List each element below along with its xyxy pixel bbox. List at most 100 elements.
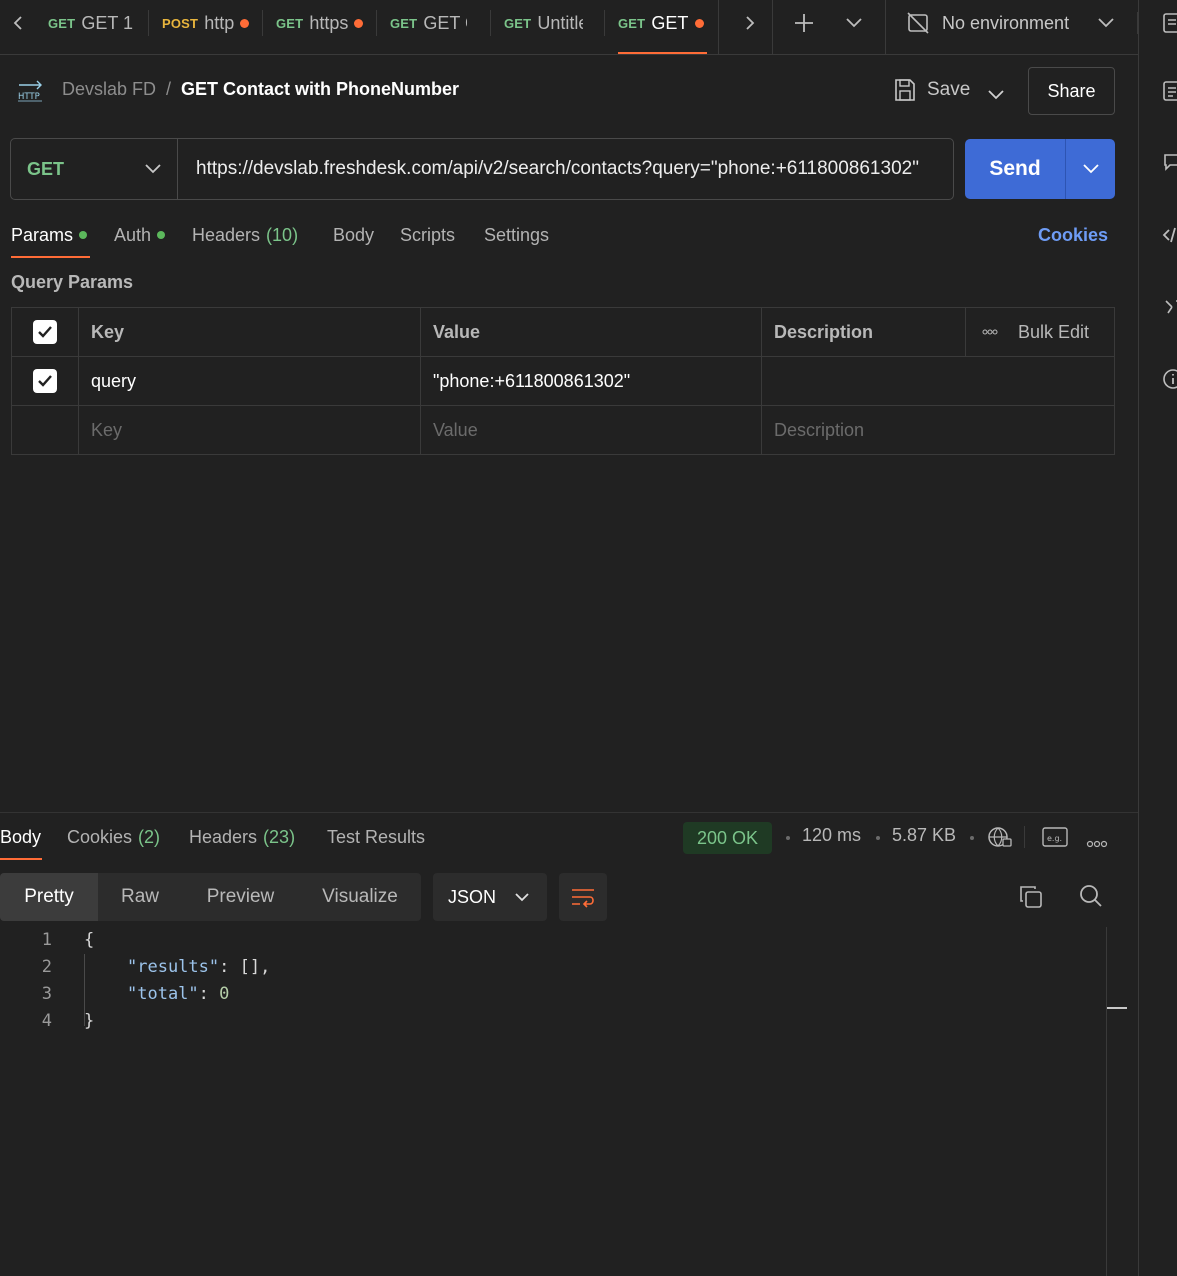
tab-settings[interactable]: Settings xyxy=(484,222,549,248)
tab-headers[interactable]: Headers (10) xyxy=(192,222,298,248)
status-badge[interactable]: 200 OK xyxy=(683,822,772,854)
save-as-example-icon[interactable]: e.g. xyxy=(1042,826,1068,853)
request-tab[interactable]: GET GET C xyxy=(390,0,476,46)
environment-chevron-down-icon[interactable] xyxy=(1088,0,1124,46)
request-tab[interactable]: GET GET 1 xyxy=(48,0,140,46)
format-chevron-down-icon xyxy=(515,892,529,901)
svg-text:e.g.: e.g. xyxy=(1047,834,1062,843)
related-collections-icon[interactable] xyxy=(1162,297,1177,317)
tab-title: GET 1 xyxy=(81,12,134,33)
cookies-link[interactable]: Cookies xyxy=(1038,222,1108,248)
network-globe-icon[interactable] xyxy=(987,825,1013,854)
response-divider[interactable] xyxy=(0,812,1138,813)
share-label: Share xyxy=(1047,80,1096,101)
tab-headers-label: Headers xyxy=(192,224,261,245)
wrap-lines-icon xyxy=(572,889,594,908)
tab-divider xyxy=(772,0,773,54)
right-sidebar xyxy=(1138,0,1177,1276)
tab-divider xyxy=(885,0,886,54)
request-title[interactable]: GET Contact with PhoneNumber xyxy=(181,79,459,100)
format-select[interactable]: JSON xyxy=(433,873,547,921)
response-tab-test-results[interactable]: Test Results xyxy=(327,824,425,850)
comments-icon[interactable] xyxy=(1162,152,1177,172)
documentation-icon[interactable] xyxy=(1162,80,1177,101)
response-tab-headers[interactable]: Headers (23) xyxy=(189,824,295,850)
request-tab-active[interactable]: GET GET C xyxy=(618,0,714,46)
view-mode-pretty[interactable]: Pretty xyxy=(0,873,98,921)
param-description[interactable] xyxy=(762,357,1116,405)
meta-separator xyxy=(970,836,974,840)
column-description: Description xyxy=(762,308,966,356)
line-number: 3 xyxy=(41,984,52,1004)
method-select[interactable]: GET xyxy=(11,139,178,199)
share-button[interactable]: Share xyxy=(1028,67,1115,115)
meta-divider xyxy=(1024,826,1025,848)
request-tab[interactable]: POST http xyxy=(162,0,262,46)
query-params-title: Query Params xyxy=(11,272,134,292)
view-mode-visualize[interactable]: Visualize xyxy=(299,873,421,921)
tab-title: http xyxy=(204,12,235,33)
tab-divider xyxy=(148,10,149,36)
minimap-slider[interactable] xyxy=(1107,1007,1127,1009)
docs-icon[interactable] xyxy=(1162,12,1177,33)
request-tab[interactable]: GET Untitle xyxy=(504,0,590,46)
table-header-row: Key Value Description Bulk Edit xyxy=(12,308,1114,357)
row-checkbox[interactable] xyxy=(33,369,57,393)
response-cookies-count: (2) xyxy=(138,826,161,847)
select-all-checkbox[interactable] xyxy=(33,320,57,344)
info-icon[interactable] xyxy=(1162,368,1177,389)
tab-method: POST xyxy=(162,15,199,31)
save-options-chevron-down-icon[interactable] xyxy=(988,84,1008,100)
bulk-edit-cell: Bulk Edit xyxy=(966,308,1116,356)
tab-scripts[interactable]: Scripts xyxy=(400,222,455,248)
tabs-overflow-chevron-down-icon[interactable] xyxy=(836,0,872,46)
tabs-scroll-right-icon[interactable] xyxy=(732,0,768,46)
response-more-icon[interactable] xyxy=(1086,832,1108,853)
json-open-brace: { xyxy=(84,930,95,950)
tab-body[interactable]: Body xyxy=(333,222,374,248)
environment-selector[interactable]: No environment xyxy=(906,10,1069,36)
tab-title: https xyxy=(309,12,349,33)
view-mode-raw[interactable]: Raw xyxy=(98,873,182,921)
save-button[interactable]: Save xyxy=(894,78,970,102)
json-key: "results" xyxy=(127,957,220,977)
tab-params-label: Params xyxy=(11,224,74,245)
code-icon[interactable] xyxy=(1162,225,1177,245)
tab-divider xyxy=(376,10,377,36)
response-tab-body[interactable]: Body xyxy=(0,824,41,850)
response-tab-cookies[interactable]: Cookies (2) xyxy=(67,824,160,850)
auth-active-dot xyxy=(157,231,166,239)
param-key[interactable]: query xyxy=(79,357,421,405)
search-icon[interactable] xyxy=(1079,884,1103,913)
send-options-chevron-down-icon[interactable] xyxy=(1066,139,1115,199)
tab-params[interactable]: Params xyxy=(11,222,88,248)
description-placeholder[interactable]: Description xyxy=(762,406,1116,454)
more-options-icon[interactable] xyxy=(982,329,998,335)
send-button-group: Send xyxy=(965,139,1115,199)
request-tab[interactable]: GET https xyxy=(276,0,376,46)
param-value[interactable]: "phone:+611800861302" xyxy=(421,357,762,405)
bulk-edit-button[interactable]: Bulk Edit xyxy=(1018,322,1089,343)
json-line-total: "total": 0 xyxy=(127,984,230,1004)
breadcrumb-collection[interactable]: Devslab FD xyxy=(62,79,156,100)
active-tab-indicator xyxy=(618,52,707,54)
value-placeholder[interactable]: Value xyxy=(421,406,762,454)
copy-icon[interactable] xyxy=(1019,885,1043,914)
json-value: [], xyxy=(239,957,271,977)
new-tab-plus-icon[interactable] xyxy=(786,0,822,46)
response-size[interactable]: 5.87 KB xyxy=(892,825,956,846)
tab-method: GET xyxy=(48,15,76,31)
key-placeholder[interactable]: Key xyxy=(79,406,421,454)
tabs-scroll-left-icon[interactable] xyxy=(0,0,36,46)
response-time[interactable]: 120 ms xyxy=(802,825,861,846)
line-number: 1 xyxy=(41,930,52,950)
tab-auth[interactable]: Auth xyxy=(114,222,166,248)
wrap-lines-button[interactable] xyxy=(559,873,607,921)
view-mode-preview[interactable]: Preview xyxy=(182,873,299,921)
tab-method: GET xyxy=(618,15,646,31)
method-chevron-down-icon xyxy=(145,164,161,174)
tab-title: GET C xyxy=(651,12,689,33)
send-button[interactable]: Send xyxy=(965,139,1066,199)
url-input[interactable] xyxy=(178,158,953,180)
empty-checkbox-cell xyxy=(12,406,79,454)
